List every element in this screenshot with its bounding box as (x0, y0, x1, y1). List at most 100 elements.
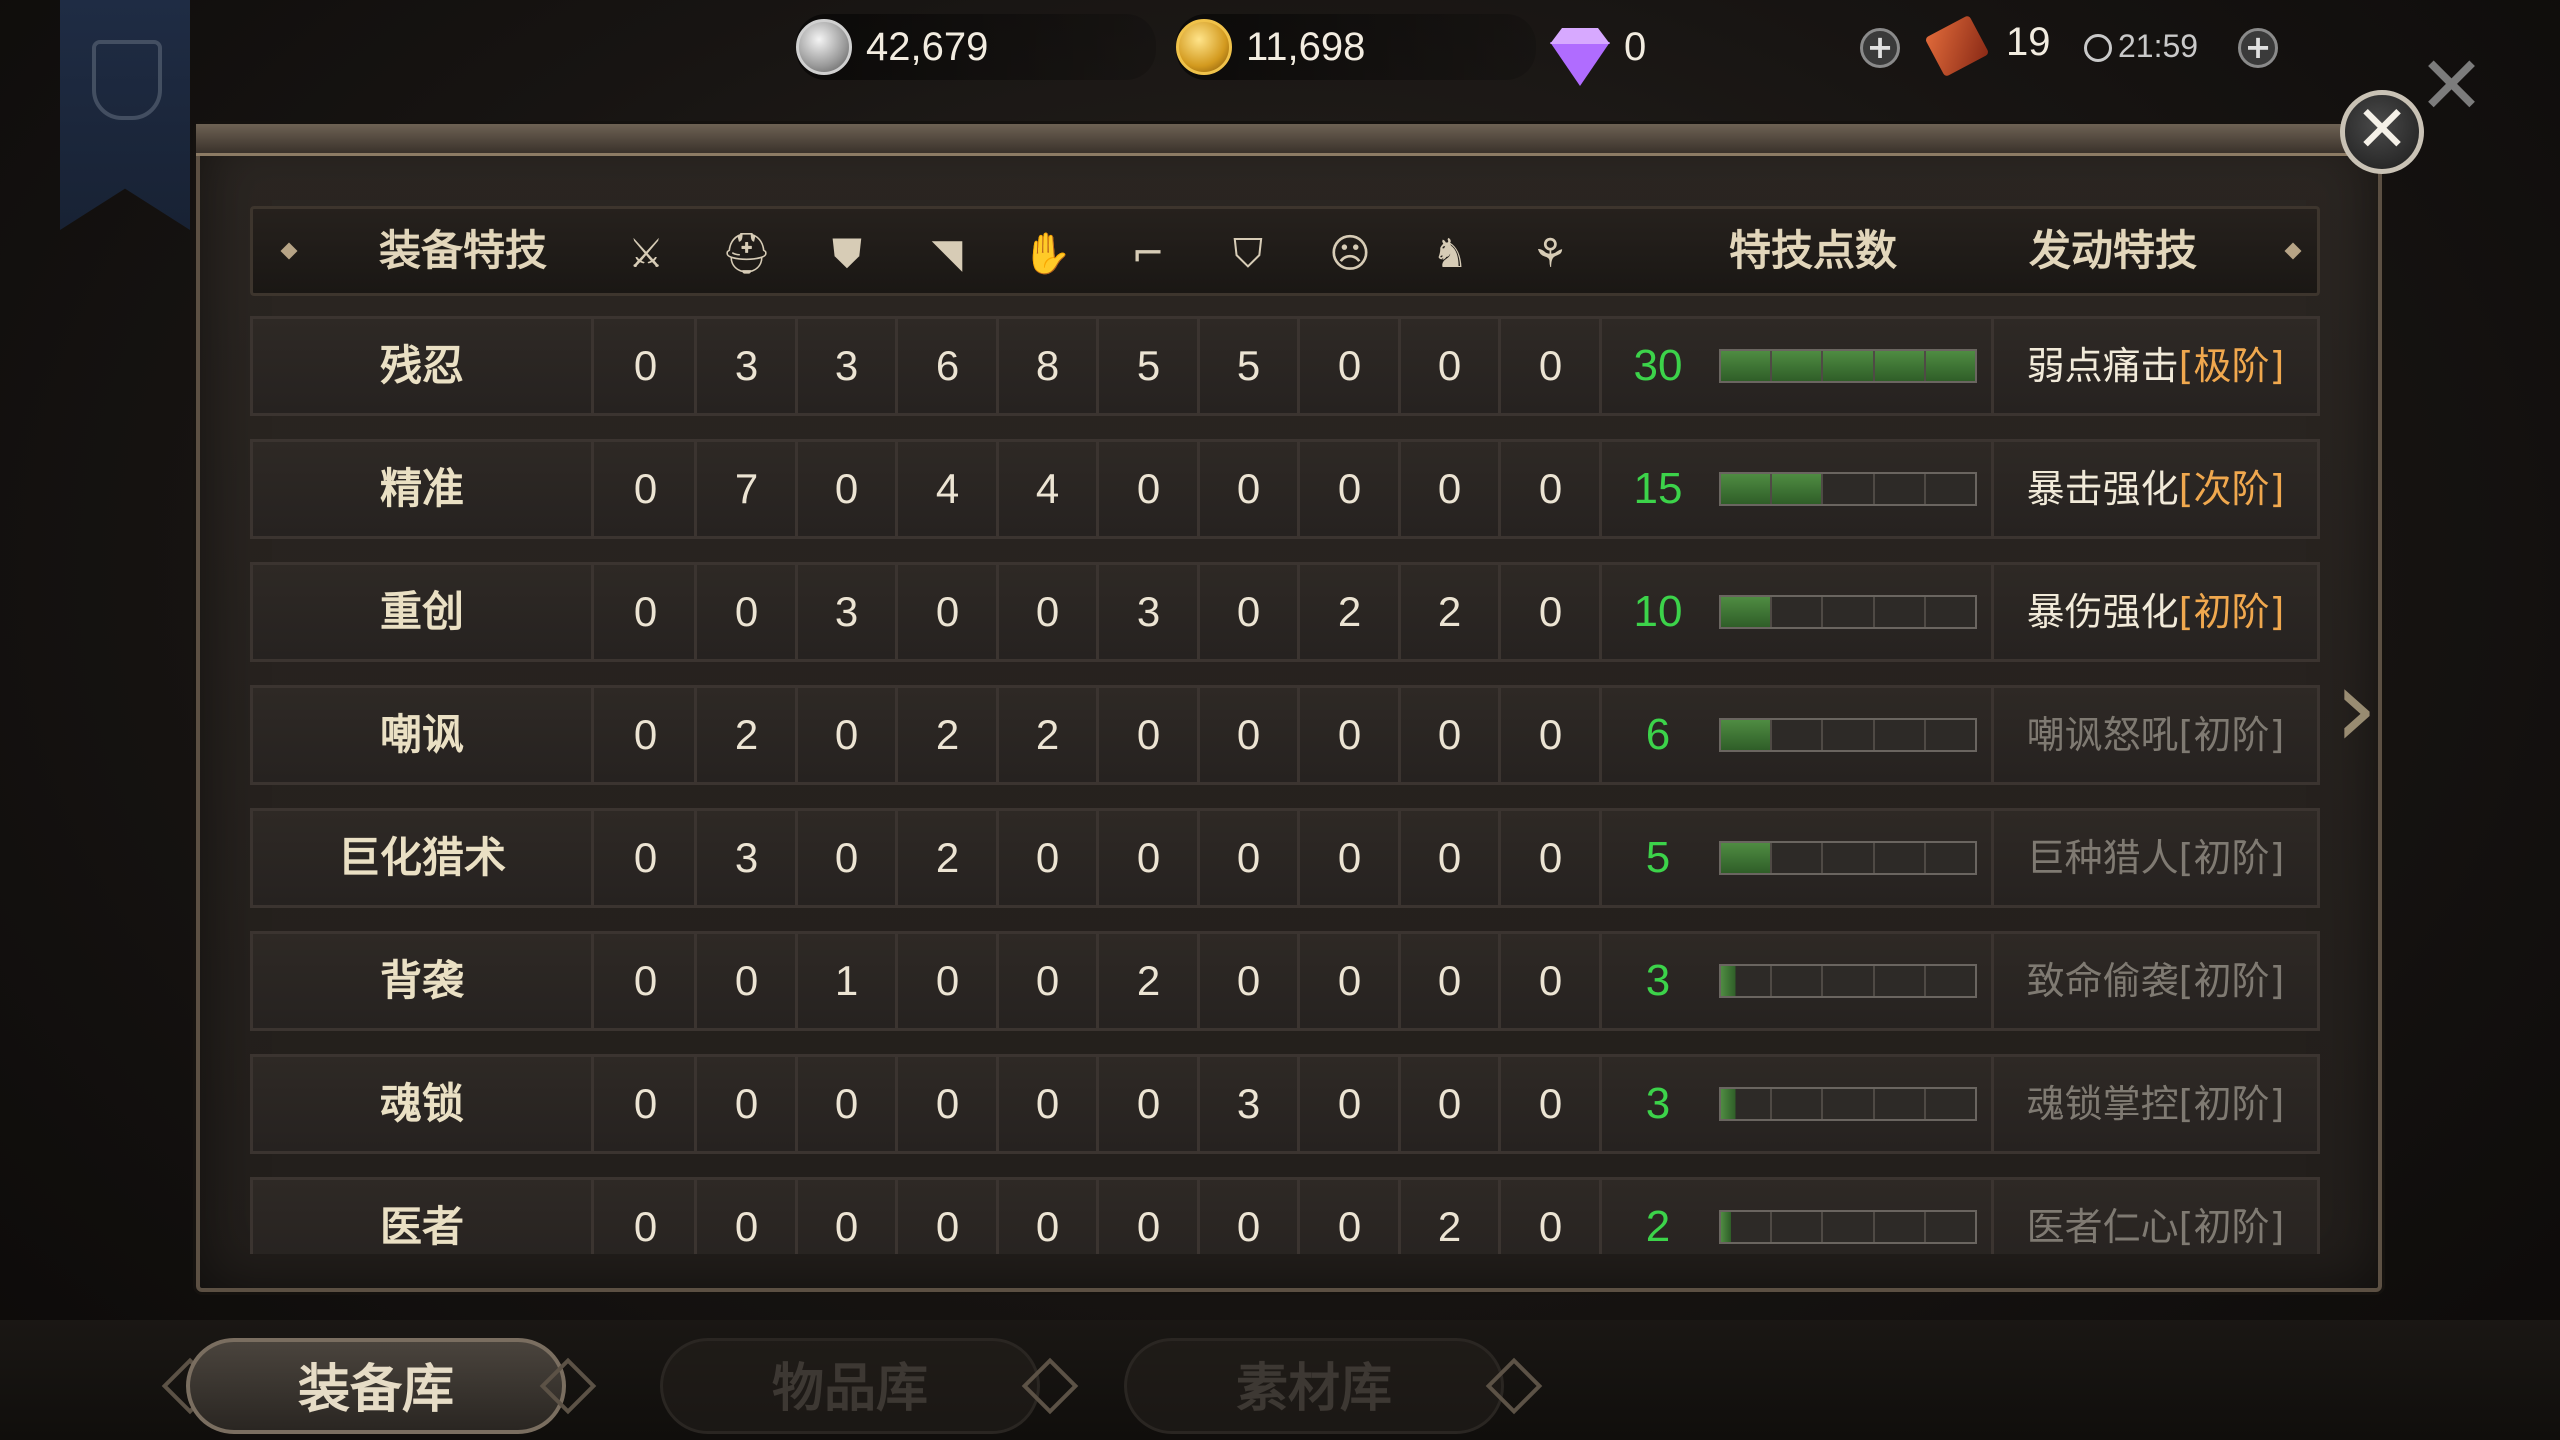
table-row[interactable]: 重创 0 0 3 0 0 3 0 2 2 0 10 暴伤强化[初阶] (250, 562, 2320, 662)
active-skill-tier: [初阶] (2178, 836, 2285, 880)
active-skill-tier: [初阶] (2178, 713, 2285, 757)
slot-value: 3 (798, 565, 898, 659)
slot-value: 0 (899, 565, 999, 659)
slot-value: 0 (1200, 1180, 1300, 1254)
active-skill-tier: [极阶] (2178, 344, 2285, 388)
slot-value: 2 (1301, 565, 1401, 659)
header-right-ornament-icon (2284, 242, 2302, 260)
progress-segment (1874, 720, 1926, 750)
tab-items[interactable]: 物品库 (660, 1338, 1040, 1434)
tab-equipment[interactable]: 装备库 (186, 1338, 566, 1434)
active-skill[interactable]: 巨种猎人[初阶] (1991, 811, 2317, 905)
slot-value: 7 (698, 442, 798, 536)
slot-value: 0 (1401, 934, 1501, 1028)
skill-progress-bar (1719, 595, 1977, 629)
slot-value: 0 (1301, 319, 1401, 413)
slot-value: 0 (597, 811, 697, 905)
table-row[interactable]: 嘲讽 0 2 0 2 2 0 0 0 0 0 6 嘲讽怒吼[初阶] (250, 685, 2320, 785)
slot-value: 1 (798, 934, 898, 1028)
active-skill[interactable]: 致命偷袭[初阶] (1991, 934, 2317, 1028)
progress-segment (1772, 1212, 1824, 1242)
close-button[interactable]: ✕ (2340, 90, 2424, 174)
ticket-icon (1924, 14, 1990, 78)
slot-value: 0 (1100, 811, 1200, 905)
outer-close-icon[interactable]: ✕ (2418, 46, 2485, 126)
skill-name: 魂锁 (253, 1057, 594, 1151)
add-ticket-button[interactable]: + (2238, 28, 2278, 68)
slot-value: 3 (1100, 565, 1200, 659)
slot-value: 2 (1100, 934, 1200, 1028)
boots-icon: ⌐ (1131, 231, 1165, 277)
active-skill-name: 嘲讽怒吼 (2026, 713, 2179, 757)
slot-value: 2 (1401, 1180, 1501, 1254)
active-skill-tier: [次阶] (2178, 467, 2285, 511)
diamond-icon (1550, 42, 1610, 86)
ticket-count: 19 (2006, 20, 2051, 64)
slot-value: 3 (698, 319, 798, 413)
panel-frame-top (196, 124, 2382, 156)
next-page-arrow-icon[interactable]: › (2326, 653, 2386, 763)
active-skill-name: 致命偷袭 (2026, 959, 2179, 1003)
table-row[interactable]: 魂锁 0 0 0 0 0 0 3 0 0 0 3 魂锁掌控[初阶] (250, 1054, 2320, 1154)
slot-value: 4 (999, 442, 1099, 536)
chest-armor-icon: ⛊ (832, 231, 862, 277)
table-row[interactable]: 医者 0 0 0 0 0 0 0 0 2 0 2 医者仁心[初阶] (250, 1177, 2320, 1254)
slot-value: 0 (1502, 1057, 1602, 1151)
active-skill[interactable]: 医者仁心[初阶] (1991, 1180, 2317, 1254)
active-skill[interactable]: 魂锁掌控[初阶] (1991, 1057, 2317, 1151)
slot-value: 0 (698, 934, 798, 1028)
skill-name: 嘲讽 (253, 688, 594, 782)
table-row[interactable]: 精准 0 7 0 4 4 0 0 0 0 0 15 暴击强化[次阶] (250, 439, 2320, 539)
slot-value: 0 (597, 565, 697, 659)
active-skill-name: 巨种猎人 (2026, 836, 2179, 880)
slot-value: 0 (597, 1057, 697, 1151)
progress-segment (1772, 351, 1824, 381)
progress-segment (1925, 597, 1976, 627)
active-skill-name: 医者仁心 (2026, 1205, 2179, 1249)
active-skill[interactable]: 弱点痛击[极阶] (1991, 319, 2317, 413)
skill-table[interactable]: 残忍 0 3 3 6 8 5 5 0 0 0 30 弱点痛击[极阶] 精准 0 7 0 4 4 0 0 0 0 0 15 暴击强化… (250, 316, 2320, 1254)
slot-value: 0 (1301, 688, 1401, 782)
table-row[interactable]: 背袭 0 0 1 0 0 2 0 0 0 0 3 致命偷袭[初阶] (250, 931, 2320, 1031)
skill-progress-bar (1719, 349, 1977, 383)
table-row[interactable]: 残忍 0 3 3 6 8 5 5 0 0 0 30 弱点痛击[极阶] (250, 316, 2320, 416)
slot-value: 2 (1401, 565, 1501, 659)
slot-value: 0 (899, 1180, 999, 1254)
slot-value: 0 (999, 811, 1099, 905)
progress-segment (1772, 597, 1824, 627)
table-row[interactable]: 巨化猎术 0 3 0 2 0 0 0 0 0 0 5 巨种猎人[初阶] (250, 808, 2320, 908)
progress-segment (1772, 843, 1824, 873)
slot-value: 0 (597, 1180, 697, 1254)
active-skill-tier: [初阶] (2178, 959, 2285, 1003)
slot-value: 0 (1502, 934, 1602, 1028)
progress-segment (1721, 720, 1773, 750)
progress-segment (1772, 474, 1824, 504)
active-skill[interactable]: 暴击强化[次阶] (1991, 442, 2317, 536)
active-skill[interactable]: 嘲讽怒吼[初阶] (1991, 688, 2317, 782)
tab-materials[interactable]: 素材库 (1124, 1338, 1504, 1434)
slot-value: 0 (1502, 319, 1602, 413)
slot-value: 0 (1200, 442, 1300, 536)
progress-segment (1823, 1089, 1875, 1119)
slot-value: 0 (597, 688, 697, 782)
header-active-skill: 发动特技 (2028, 226, 2197, 275)
slot-value: 0 (597, 442, 697, 536)
skill-points: 2 (1645, 1202, 1671, 1251)
progress-segment (1874, 1212, 1926, 1242)
active-skill-tier: [初阶] (2178, 590, 2285, 634)
slot-value: 0 (1401, 811, 1501, 905)
skill-name: 残忍 (253, 319, 594, 413)
bottom-tab-bar: 装备库 物品库 素材库 (0, 1320, 2560, 1440)
slot-value: 0 (999, 934, 1099, 1028)
guild-emblem-icon (92, 40, 162, 120)
slot-value: 0 (899, 934, 999, 1028)
progress-segment (1874, 843, 1926, 873)
gold-value: 11,698 (1246, 24, 1366, 69)
active-skill[interactable]: 暴伤强化[初阶] (1991, 565, 2317, 659)
skill-points: 10 (1633, 587, 1683, 636)
slot-value: 0 (899, 1057, 999, 1151)
add-currency-button[interactable]: + (1860, 28, 1900, 68)
shield-icon: ⛉ (1233, 231, 1263, 277)
progress-segment (1925, 966, 1976, 996)
slot-value: 0 (1100, 688, 1200, 782)
